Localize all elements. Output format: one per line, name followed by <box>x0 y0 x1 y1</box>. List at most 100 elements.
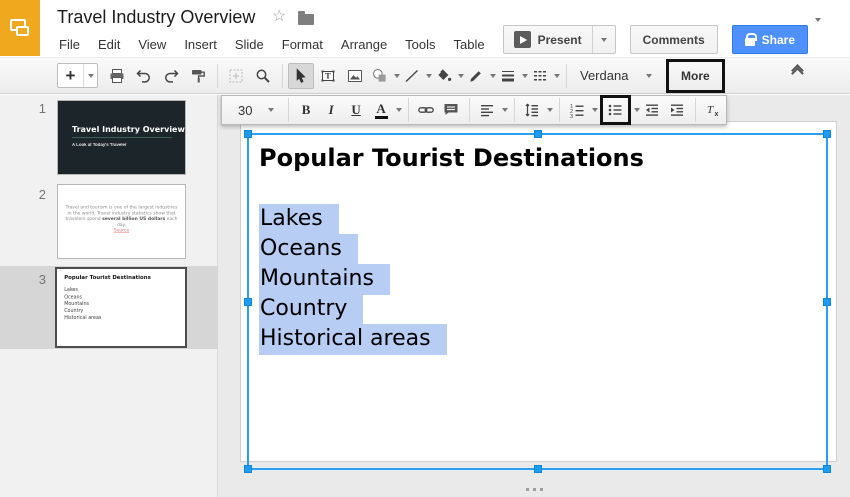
folder-icon[interactable] <box>298 14 314 25</box>
align-tool[interactable] <box>475 98 508 122</box>
new-slide-button[interactable]: + <box>57 63 98 88</box>
thumb3-item: Historical areas <box>64 314 178 321</box>
menu-slide[interactable]: Slide <box>226 33 273 56</box>
thumb1-subtitle: A Look at Today's Traveler <box>72 143 184 147</box>
comments-label: Comments <box>643 33 705 47</box>
redo-button[interactable] <box>158 63 184 89</box>
app-window: Travel Industry Overview ☆ File Edit Vie… <box>0 0 850 497</box>
select-tool-button[interactable] <box>288 63 314 89</box>
font-family-value: Verdana <box>580 68 646 83</box>
print-button[interactable] <box>104 63 130 89</box>
zoom-button[interactable] <box>250 63 276 89</box>
play-icon <box>514 31 531 48</box>
thumb3-title: Popular Tourist Destinations <box>64 275 178 281</box>
fill-color-tool[interactable] <box>433 63 464 89</box>
increase-indent-button[interactable] <box>665 98 689 122</box>
menu-table[interactable]: Table <box>445 33 494 56</box>
menu-arrange[interactable]: Arrange <box>332 33 396 56</box>
insert-link-button[interactable] <box>414 98 438 122</box>
slide-2-thumbnail[interactable]: Travel and tourism is one of the largest… <box>57 184 186 259</box>
svg-text:x: x <box>715 111 719 118</box>
slides-logo-front-rect <box>16 26 29 36</box>
bold-button[interactable]: B <box>294 98 318 122</box>
bulleted-list-button[interactable] <box>603 98 627 122</box>
italic-button[interactable]: I <box>319 98 343 122</box>
shape-icon <box>371 67 389 85</box>
insert-comment-button[interactable] <box>439 98 463 122</box>
font-family-select[interactable]: Verdana <box>574 65 658 86</box>
text-color-caret-icon[interactable] <box>396 108 402 112</box>
menu-edit[interactable]: Edit <box>89 33 129 56</box>
present-dropdown[interactable] <box>592 26 615 53</box>
comments-button[interactable]: Comments <box>630 25 718 54</box>
thumb3-item: Lakes <box>64 286 178 293</box>
shape-dropdown-caret-icon[interactable] <box>394 74 400 78</box>
collapse-toolbar-button[interactable] <box>793 66 802 78</box>
resize-handle-bottom-right[interactable] <box>823 465 831 473</box>
text-box-selection[interactable] <box>247 133 828 470</box>
font-size-value: 30 <box>238 103 268 118</box>
paint-format-button[interactable] <box>185 63 211 89</box>
undo-button[interactable] <box>131 63 157 89</box>
resize-handle-middle-right[interactable] <box>823 298 831 306</box>
line-dash-caret-icon[interactable] <box>554 74 560 78</box>
fill-color-caret-icon[interactable] <box>458 74 464 78</box>
thumb2-source-link: Source <box>114 228 129 233</box>
resize-handle-top-right[interactable] <box>823 130 831 138</box>
line-weight-caret-icon[interactable] <box>522 74 528 78</box>
notes-handle-icon[interactable] <box>526 488 543 491</box>
insert-image-button[interactable] <box>342 63 368 89</box>
line-dropdown-caret-icon[interactable] <box>426 74 432 78</box>
menu-tools[interactable]: Tools <box>396 33 444 56</box>
resize-handle-middle-left[interactable] <box>244 298 252 306</box>
resize-handle-bottom-middle[interactable] <box>534 465 542 473</box>
lock-icon <box>745 38 755 46</box>
line-color-caret-icon[interactable] <box>490 74 496 78</box>
text-box-button[interactable]: T <box>315 63 341 89</box>
zoom-fit-button[interactable] <box>223 63 249 89</box>
numbered-list-tool[interactable]: 123 <box>565 98 598 122</box>
toolbar-divider <box>514 98 515 122</box>
clear-formatting-button[interactable]: Tx <box>701 98 725 122</box>
text-color-tool[interactable]: A <box>369 98 402 122</box>
align-caret-icon[interactable] <box>502 108 508 112</box>
thumb3-item: Country <box>64 307 178 314</box>
numbered-list-caret-icon[interactable] <box>592 108 598 112</box>
line-weight-tool[interactable] <box>497 63 528 89</box>
menu-insert[interactable]: Insert <box>175 33 226 56</box>
line-color-tool[interactable] <box>465 63 496 89</box>
menu-format[interactable]: Format <box>273 33 332 56</box>
new-slide-dropdown[interactable] <box>83 64 97 87</box>
thumb3-item: Mountains <box>64 300 178 307</box>
resize-handle-top-left[interactable] <box>244 130 252 138</box>
print-icon <box>108 67 126 85</box>
present-button[interactable]: Present <box>503 25 616 54</box>
resize-handle-top-middle[interactable] <box>534 130 542 138</box>
slides-logo[interactable] <box>0 0 40 56</box>
star-icon[interactable]: ☆ <box>272 9 286 25</box>
underline-button[interactable]: U <box>344 98 368 122</box>
slide-1-thumbnail[interactable]: Travel Industry Overview A Look at Today… <box>57 100 186 175</box>
line-tool[interactable] <box>401 63 432 89</box>
menu-view[interactable]: View <box>129 33 175 56</box>
font-size-select[interactable]: 30 <box>232 103 283 118</box>
slide-1-number: 1 <box>28 101 46 116</box>
shape-tool[interactable] <box>369 63 400 89</box>
main-toolbar: + T <box>0 57 850 94</box>
fill-color-icon <box>435 67 453 85</box>
line-spacing-caret-icon[interactable] <box>547 108 553 112</box>
menu-bar: File Edit View Insert Slide Format Arran… <box>50 33 574 56</box>
line-spacing-tool[interactable] <box>520 98 553 122</box>
resize-handle-bottom-left[interactable] <box>244 465 252 473</box>
more-button[interactable]: More <box>671 69 720 83</box>
menu-file[interactable]: File <box>50 33 89 56</box>
paint-format-icon <box>189 67 207 85</box>
decrease-indent-button[interactable] <box>640 98 664 122</box>
slide-3-thumbnail[interactable]: Popular Tourist Destinations Lakes Ocean… <box>55 267 187 348</box>
share-button[interactable]: Share <box>732 25 808 54</box>
svg-text:T: T <box>325 70 331 80</box>
line-dash-tool[interactable] <box>529 63 560 89</box>
profile-dropdown-caret-icon[interactable] <box>815 9 821 27</box>
document-title[interactable]: Travel Industry Overview <box>57 7 255 28</box>
toolbar-divider <box>566 64 567 88</box>
